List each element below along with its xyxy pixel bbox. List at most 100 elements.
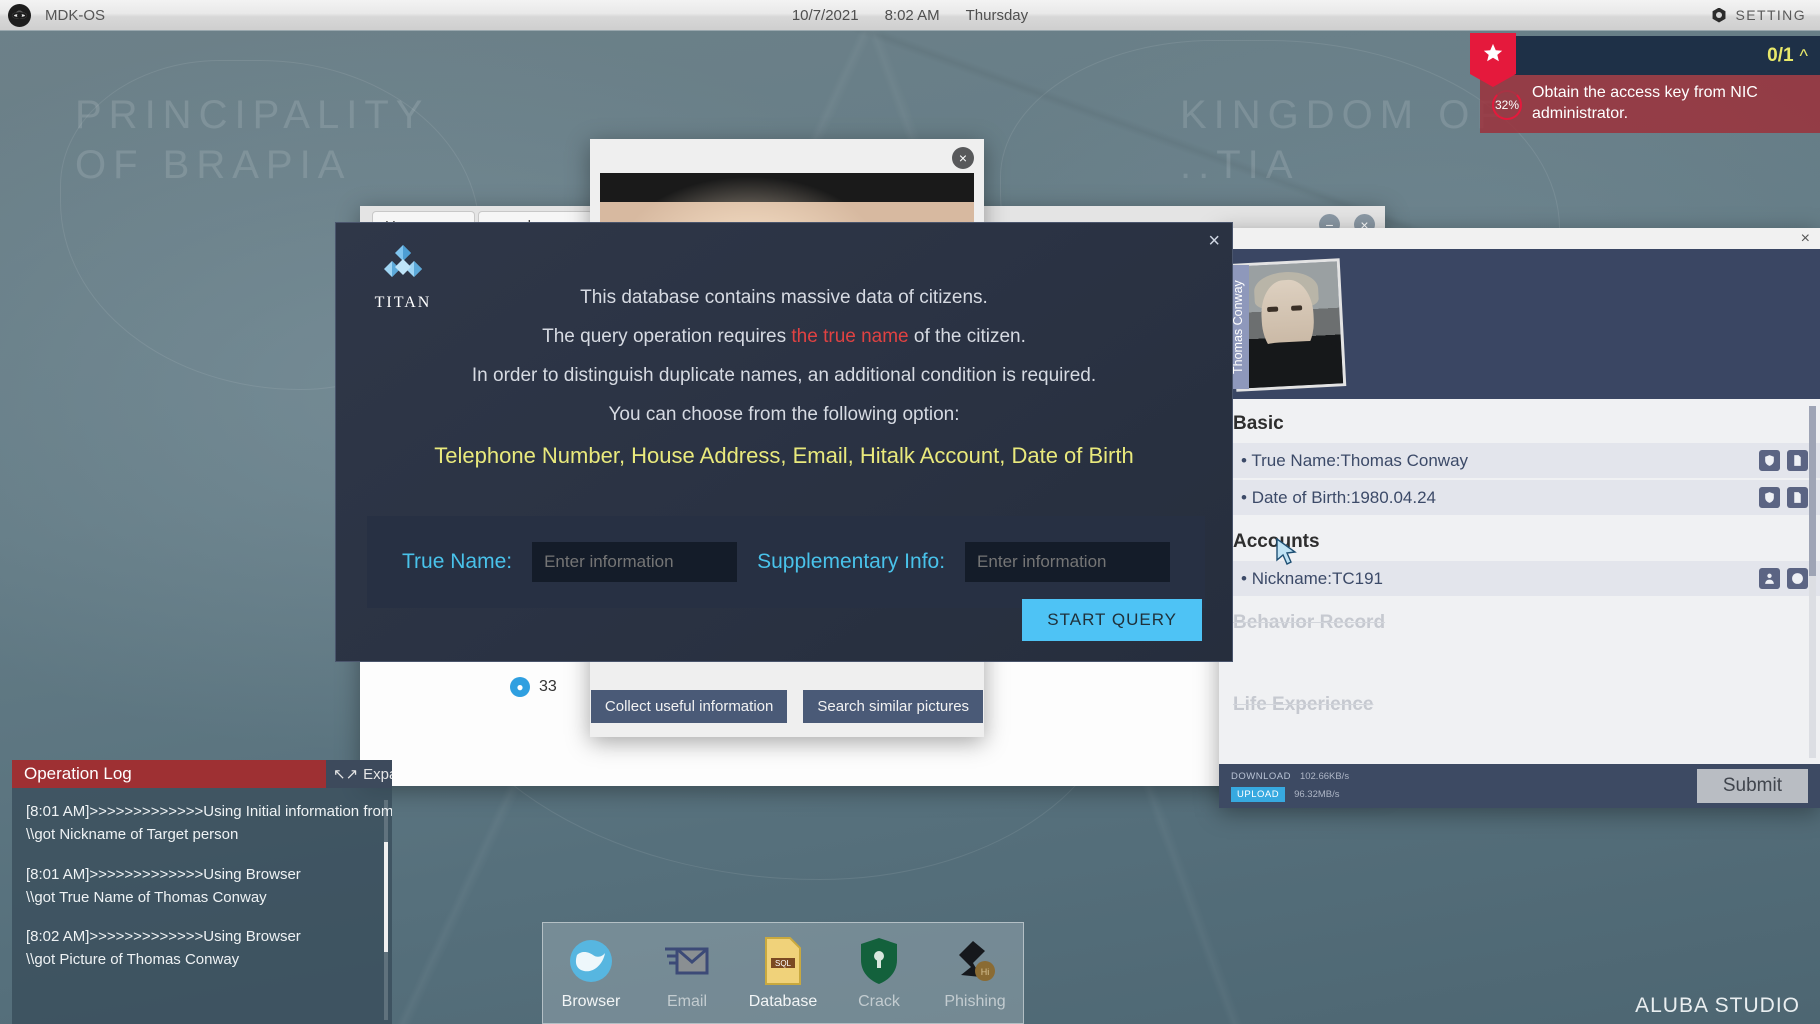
titan-line-3: In order to distinguish duplicate names,… <box>471 365 1097 386</box>
upload-stat: UPLOAD 96.32MB/s <box>1231 786 1349 802</box>
mission-body: 32% Obtain the access key from NIC admin… <box>1480 75 1820 134</box>
operation-log-scrollbar-thumb[interactable] <box>384 842 388 952</box>
close-icon[interactable]: × <box>1801 230 1810 247</box>
profile-row-true-name[interactable]: True Name:Thomas Conway <box>1219 443 1820 478</box>
os-name: MDK-OS <box>45 6 105 24</box>
app-dock: Browser Email SQL Database Crack Hi Phis… <box>542 922 1024 1024</box>
true-name-input[interactable] <box>532 542 738 582</box>
supplementary-info-label: Supplementary Info: <box>757 550 946 573</box>
titan-line-4: You can choose from the following option… <box>608 404 960 425</box>
upload-value: 96.32MB/s <box>1294 788 1340 800</box>
dock-app-label: Database <box>748 993 818 1010</box>
collect-useful-information-button[interactable]: Collect useful information <box>590 690 788 723</box>
expand-label: Expa <box>363 765 392 783</box>
chevron-up-icon[interactable]: ^ <box>1800 47 1808 65</box>
gear-icon <box>1712 7 1726 23</box>
dock-app-label: Email <box>666 993 707 1010</box>
dock-app-label: Phishing <box>944 993 1006 1010</box>
dock-app-browser[interactable]: Browser <box>548 935 634 1011</box>
titan-blocks-icon <box>384 245 422 277</box>
submit-button[interactable]: Submit <box>1696 769 1808 803</box>
envelope-icon <box>644 935 730 987</box>
wallpaper-label-kingdom: KINGDOM OF ..TIA <box>1180 93 1508 187</box>
operation-log-panel[interactable]: Operation Log ↖↗ Expa [8:01 AM]>>>>>>>>>… <box>12 760 392 1024</box>
globe-icon[interactable] <box>1787 568 1808 589</box>
studio-watermark: ALUBA STUDIO <box>1635 994 1800 1017</box>
log-entry-line2: \\got True Name of Thomas Conway <box>26 888 267 906</box>
log-entry-line1: [8:01 AM]>>>>>>>>>>>>>Using Initial info… <box>26 803 392 820</box>
search-similar-pictures-button[interactable]: Search similar pictures <box>803 690 984 723</box>
profile-row-label: Date of Birth:1980.04.24 <box>1241 488 1436 508</box>
expand-button[interactable]: ↖↗ Expa <box>326 760 392 788</box>
start-query-button[interactable]: START QUERY <box>1022 599 1202 641</box>
upload-label: UPLOAD <box>1231 786 1286 802</box>
mission-progress: 32% <box>1492 90 1522 120</box>
shield-icon[interactable] <box>1759 487 1780 508</box>
dock-app-label: Browser <box>561 993 621 1010</box>
shield-icon[interactable] <box>1759 450 1780 471</box>
profile-title-bar: × <box>1219 228 1820 249</box>
mission-banner[interactable]: 0/1 ^ 32% Obtain the access key from NIC… <box>1470 33 1820 134</box>
mission-count: 0/1 <box>1767 44 1794 66</box>
clock-weekday: Thursday <box>965 6 1029 24</box>
dock-app-phishing[interactable]: Hi Phishing <box>932 935 1018 1011</box>
setting-button[interactable]: SETTING <box>1712 7 1806 23</box>
result-marker-icon: ● <box>510 677 530 697</box>
profile-photo-area: Thomas Conway <box>1219 249 1820 399</box>
operation-log-title: Operation Log <box>12 760 326 788</box>
titan-line-2-pre: The query operation requires <box>542 326 792 347</box>
section-title-behavior-record: Behavior Record <box>1233 612 1386 633</box>
result-count: 33 <box>539 678 557 695</box>
person-icon[interactable] <box>1759 568 1780 589</box>
true-name-label: True Name: <box>402 550 513 573</box>
supplementary-info-input[interactable] <box>965 542 1171 582</box>
profile-footer: DOWNLOAD 102.66KB/s UPLOAD 96.32MB/s Sub… <box>1219 764 1820 808</box>
titan-line-2-post: of the citizen. <box>908 326 1026 347</box>
log-entry: [8:01 AM]>>>>>>>>>>>>>Using Browser \\go… <box>26 863 378 910</box>
profile-row-icons <box>1759 568 1808 589</box>
profile-row-nickname[interactable]: Nickname:TC191 <box>1219 561 1820 596</box>
dock-app-email[interactable]: Email <box>644 935 730 1011</box>
titan-option-list: Telephone Number, House Address, Email, … <box>434 443 1134 468</box>
profile-window[interactable]: × Thomas Conway Basic True Name:Thomas C… <box>1219 228 1820 808</box>
download-label: DOWNLOAD <box>1231 770 1291 782</box>
mission-header: 0/1 ^ <box>1470 33 1820 87</box>
avatar-body <box>1244 339 1344 389</box>
document-icon[interactable] <box>1787 487 1808 508</box>
titan-database-dialog[interactable]: × TITAN This database contains massive d… <box>335 222 1233 662</box>
titan-line-2-highlight: the true name <box>791 326 909 347</box>
profile-row-label: True Name:Thomas Conway <box>1241 451 1468 471</box>
profile-row-icons <box>1759 450 1808 471</box>
log-entry-line2: \\got Picture of Thomas Conway <box>26 951 240 969</box>
mouse-cursor <box>1276 538 1297 565</box>
hook-icon: Hi <box>932 935 1018 987</box>
shield-keyhole-icon <box>836 935 922 987</box>
clock-time: 8:02 AM <box>884 6 940 24</box>
operation-log-scrollbar[interactable] <box>384 800 388 1020</box>
network-stats: DOWNLOAD 102.66KB/s UPLOAD 96.32MB/s <box>1231 771 1349 802</box>
top-bar: MDK-OS 10/7/2021 8:02 AM Thursday SETTIN… <box>0 0 1820 31</box>
profile-detail-list[interactable]: Basic True Name:Thomas Conway Date of Bi… <box>1219 399 1820 764</box>
operation-log-body: [8:01 AM]>>>>>>>>>>>>>Using Initial info… <box>12 788 392 1024</box>
dock-app-crack[interactable]: Crack <box>836 935 922 1011</box>
profile-row-label: Nickname:TC191 <box>1241 569 1383 589</box>
close-icon[interactable]: × <box>952 147 974 169</box>
profile-scrollbar-thumb[interactable] <box>1809 406 1816 576</box>
log-entry-line2: \\got Nickname of Target person <box>26 826 239 844</box>
titan-line-1: This database contains massive data of c… <box>580 287 988 308</box>
profile-row-date-of-birth[interactable]: Date of Birth:1980.04.24 <box>1219 480 1820 515</box>
svg-text:Hi: Hi <box>981 967 990 977</box>
avatar-eye-right <box>1291 305 1303 311</box>
photo-actions: Collect useful information Search simila… <box>590 690 984 723</box>
profile-scrollbar[interactable] <box>1809 406 1816 758</box>
dock-app-label: Crack <box>858 993 900 1010</box>
document-icon[interactable] <box>1787 450 1808 471</box>
log-entry-line1: [8:01 AM]>>>>>>>>>>>>>Using Browser <box>26 865 301 883</box>
clock-date: 10/7/2021 <box>791 6 859 24</box>
close-icon[interactable]: × <box>1208 231 1220 251</box>
expand-icon: ↖↗ <box>333 766 359 783</box>
titan-logo: TITAN <box>360 243 446 312</box>
dock-app-database[interactable]: SQL Database <box>740 935 826 1011</box>
profile-row-icons <box>1759 487 1808 508</box>
clock: 10/7/2021 8:02 AM Thursday <box>792 7 1028 24</box>
